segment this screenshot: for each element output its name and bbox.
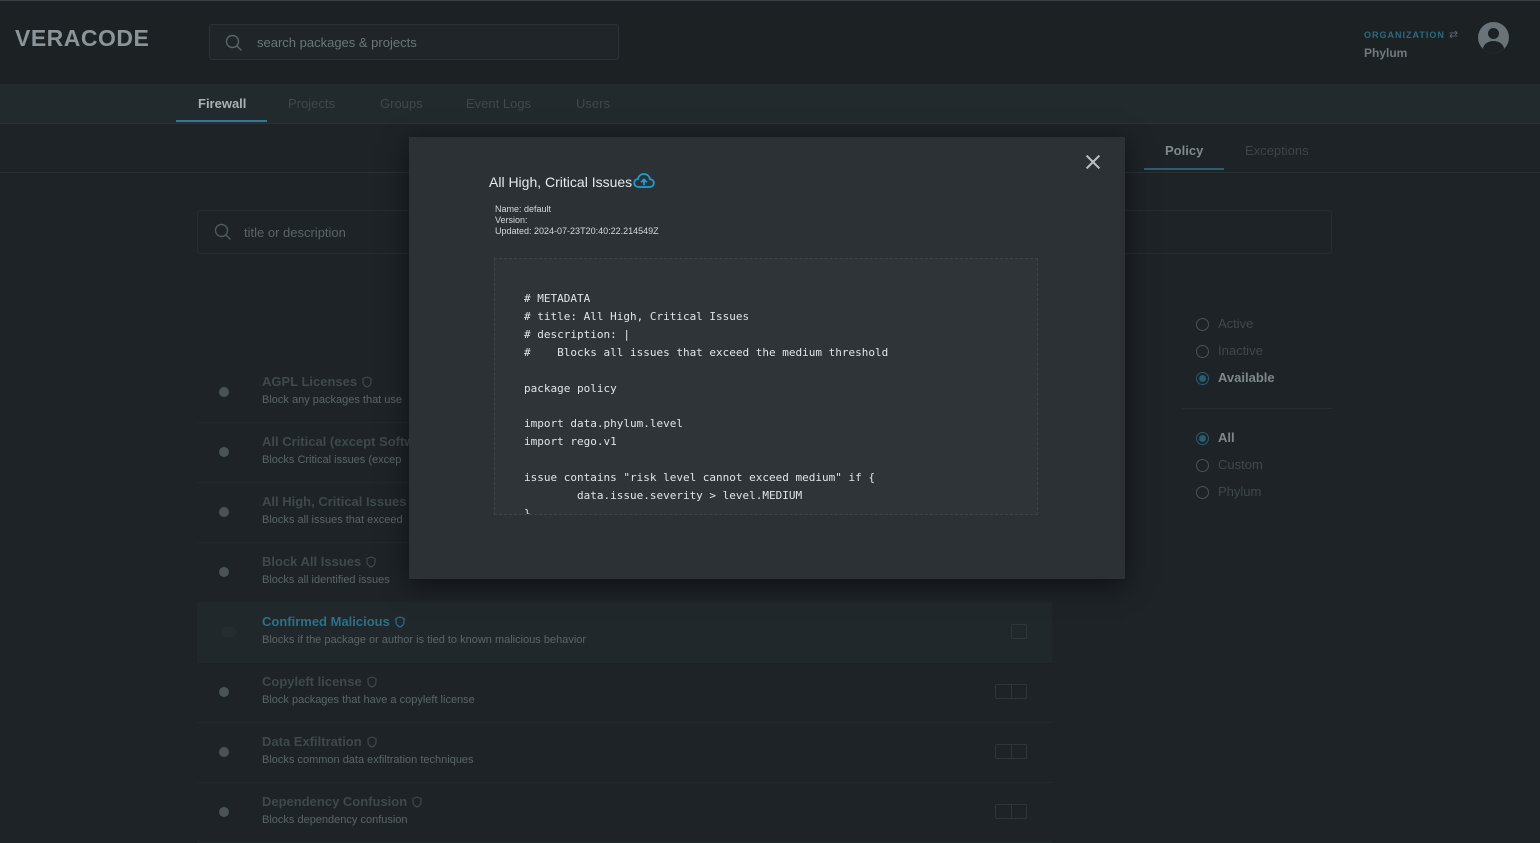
tab-exceptions[interactable]: Exceptions xyxy=(1245,143,1309,158)
search-icon xyxy=(225,34,242,51)
policy-description: Blocks if the package or author is tied … xyxy=(262,634,587,646)
close-icon[interactable] xyxy=(1084,153,1102,171)
tab-policy[interactable]: Policy xyxy=(1165,143,1203,158)
meta-updated: Updated: 2024-07-23T20:40:22.214549Z xyxy=(495,226,659,236)
shield-icon xyxy=(367,676,377,688)
policy-title: AGPL Licenses xyxy=(262,374,358,389)
meta-name: Name: default xyxy=(495,204,552,214)
policy-description: Block any packages that use xyxy=(262,394,403,406)
search-icon xyxy=(214,223,231,240)
active-tab-indicator xyxy=(176,120,267,122)
policy-search-placeholder: title or description xyxy=(244,225,346,240)
shield-icon xyxy=(395,616,405,628)
policy-title: All High, Critical Issues xyxy=(262,494,407,509)
main-nav: Firewall Projects Groups Event Logs User… xyxy=(0,84,1540,124)
policy-title: Confirmed Malicious xyxy=(262,614,390,629)
row-action-button[interactable] xyxy=(1011,624,1027,639)
row-action-buttons[interactable] xyxy=(995,684,1027,699)
list-item[interactable]: Copyleft license Block packages that hav… xyxy=(197,662,1052,723)
cloud-upload-icon[interactable] xyxy=(633,172,655,190)
policy-detail-modal: All High, Critical Issues Name: default … xyxy=(409,137,1125,579)
toggle-switch[interactable] xyxy=(221,627,237,637)
organization-name: Phylum xyxy=(1364,46,1408,60)
policy-title: Dependency Confusion xyxy=(262,794,408,809)
tab-users[interactable]: Users xyxy=(576,96,610,111)
policy-description: Blocks Critical issues (excep xyxy=(262,454,402,466)
status-dot xyxy=(219,747,229,757)
policy-title: All Critical (except Softw xyxy=(262,434,415,449)
list-item[interactable]: Dependency Confusion Blocks dependency c… xyxy=(197,782,1052,843)
status-dot xyxy=(219,447,229,457)
shield-icon xyxy=(362,376,372,388)
shield-icon xyxy=(367,736,377,748)
policy-title: Copyleft license xyxy=(262,674,362,689)
status-dot xyxy=(219,387,229,397)
tab-projects[interactable]: Projects xyxy=(288,96,335,111)
shield-icon xyxy=(366,556,376,568)
policy-title: Data Exfiltration xyxy=(262,734,362,749)
organization-switcher[interactable]: ORGANIZATION ⇄ Phylum xyxy=(1364,25,1458,60)
swap-icon[interactable]: ⇄ xyxy=(1449,29,1458,41)
policy-description: Blocks dependency confusion xyxy=(262,814,408,826)
status-dot xyxy=(219,567,229,577)
tab-event-logs[interactable]: Event Logs xyxy=(466,96,531,111)
policy-title: Block All Issues xyxy=(262,554,362,569)
status-dot xyxy=(219,687,229,697)
list-item[interactable]: Confirmed Malicious Blocks if the packag… xyxy=(197,602,1052,663)
tab-groups[interactable]: Groups xyxy=(380,96,423,111)
policy-code: # METADATA # title: All High, Critical I… xyxy=(524,292,889,515)
active-subtab-indicator xyxy=(1144,168,1224,170)
organization-label: ORGANIZATION xyxy=(1364,30,1445,40)
global-search-placeholder: search packages & projects xyxy=(257,35,417,50)
policy-description: Blocks all identified issues xyxy=(262,574,390,586)
shield-icon xyxy=(412,796,422,808)
user-avatar-icon[interactable] xyxy=(1478,22,1509,53)
meta-version: Version: xyxy=(495,215,528,225)
policy-description: Blocks common data exfiltration techniqu… xyxy=(262,754,474,766)
global-search[interactable]: search packages & projects xyxy=(209,24,619,60)
policy-code-viewer[interactable]: # METADATA # title: All High, Critical I… xyxy=(494,258,1038,515)
status-dot xyxy=(219,807,229,817)
list-item[interactable]: Data Exfiltration Blocks common data exf… xyxy=(197,722,1052,783)
row-action-buttons[interactable] xyxy=(995,744,1027,759)
modal-title: All High, Critical Issues xyxy=(489,174,633,190)
policy-description: Block packages that have a copyleft lice… xyxy=(262,694,475,706)
tab-firewall[interactable]: Firewall xyxy=(198,96,246,111)
filter-divider xyxy=(1182,408,1332,409)
top-bar: VERACODE search packages & projects ORGA… xyxy=(0,0,1540,84)
status-dot xyxy=(219,507,229,517)
veracode-logo[interactable]: VERACODE xyxy=(15,25,149,52)
row-action-buttons[interactable] xyxy=(995,804,1027,819)
policy-metadata: Name: default Version: Updated: 2024-07-… xyxy=(495,204,659,237)
policy-description: Blocks all issues that exceed xyxy=(262,514,403,526)
